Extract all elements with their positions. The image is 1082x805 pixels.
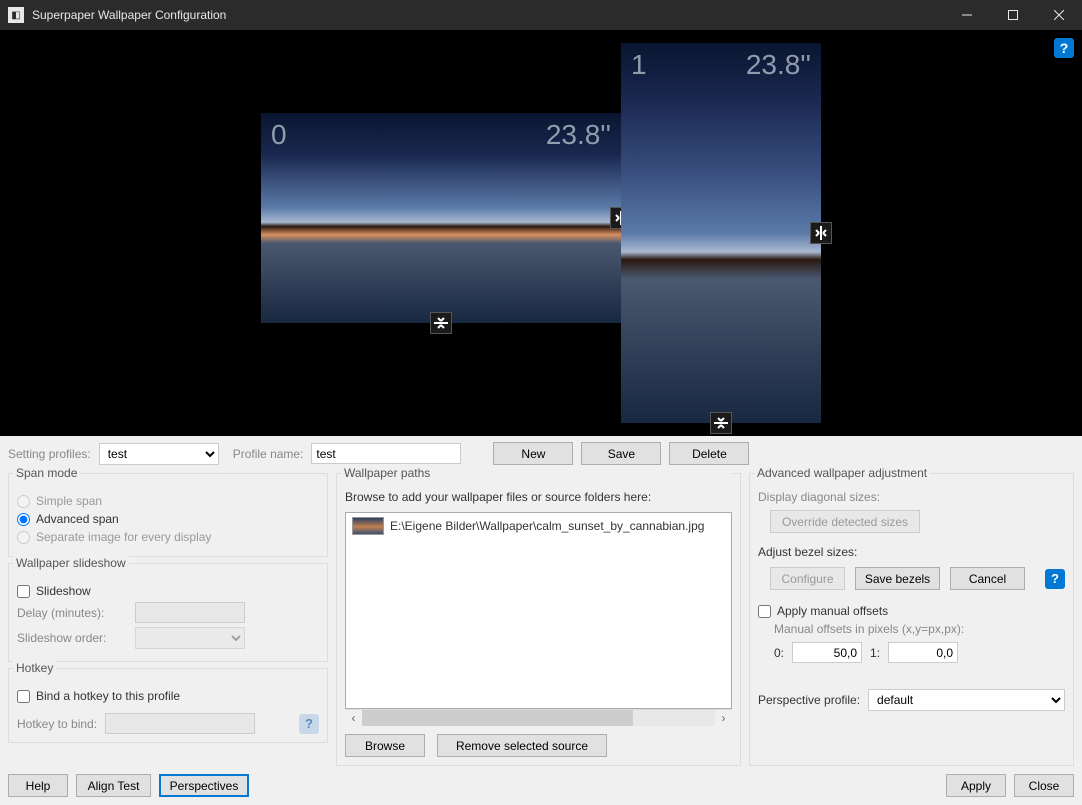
offset1-input[interactable] [888,642,958,663]
advanced-group: Advanced wallpaper adjustment Display di… [749,473,1074,766]
help-button[interactable]: Help [8,774,68,797]
align-test-button[interactable]: Align Test [76,774,151,797]
advanced-span-radio[interactable]: Advanced span [17,512,319,526]
apply-button[interactable]: Apply [946,774,1006,797]
bottom-bar: Help Align Test Perspectives Apply Close [8,766,1074,797]
save-button[interactable]: Save [581,442,661,465]
offset0-input[interactable] [792,642,862,663]
adjust-bezel-label: Adjust bezel sizes: [758,545,1065,559]
maximize-button[interactable] [990,0,1036,30]
scroll-left-icon[interactable]: ‹ [345,710,362,726]
hotkey-title: Hotkey [13,661,56,675]
slideshow-group: Wallpaper slideshow Slideshow Delay (min… [8,563,328,662]
setting-profiles-label: Setting profiles: [8,447,91,461]
save-bezels-button[interactable]: Save bezels [855,567,940,590]
span-mode-title: Span mode [13,466,80,480]
paths-group: Wallpaper paths Browse to add your wallp… [336,473,741,766]
window-title: Superpaper Wallpaper Configuration [32,8,944,22]
file-thumbnail [352,517,384,535]
delete-button[interactable]: Delete [669,442,749,465]
cancel-bezels-button[interactable]: Cancel [950,567,1025,590]
advanced-title: Advanced wallpaper adjustment [754,466,930,480]
close-app-button[interactable]: Close [1014,774,1074,797]
order-select [135,627,245,649]
controls-panel: Setting profiles: test Profile name: New… [0,436,1082,805]
titlebar: ◧ Superpaper Wallpaper Configuration [0,0,1082,30]
monitor-0-size: 23.8'' [546,119,611,151]
scroll-right-icon[interactable]: › [715,710,732,726]
app-icon: ◧ [8,7,24,23]
perspective-label: Perspective profile: [758,693,860,707]
perspective-select[interactable]: default [868,689,1065,711]
hotkey-group: Hotkey Bind a hotkey to this profile Hot… [8,668,328,743]
override-sizes-button[interactable]: Override detected sizes [770,510,920,533]
bezel-handle-h[interactable] [810,222,832,244]
offset0-label: 0: [774,646,784,660]
close-button[interactable] [1036,0,1082,30]
offset1-label: 1: [870,646,880,660]
hotkey-checkbox[interactable]: Bind a hotkey to this profile [17,689,319,703]
browse-button[interactable]: Browse [345,734,425,757]
monitor-0[interactable]: 0 23.8'' [261,113,621,323]
span-mode-group: Span mode Simple span Advanced span Sepa… [8,473,328,557]
paths-instruction: Browse to add your wallpaper files or so… [345,490,732,504]
setting-profiles-select[interactable]: test [99,443,219,465]
file-path: E:\Eigene Bilder\Wallpaper\calm_sunset_b… [390,519,704,533]
monitor-layout: 0 23.8'' 1 23.8'' [261,43,821,423]
monitor-1[interactable]: 1 23.8'' [621,43,821,423]
monitor-0-id: 0 [271,119,287,151]
profile-name-input[interactable] [311,443,461,464]
hotkey-help-icon[interactable]: ? [299,714,319,734]
profile-row: Setting profiles: test Profile name: New… [8,442,1074,465]
manual-offsets-hint: Manual offsets in pixels (x,y=px,px): [774,622,1065,636]
file-list[interactable]: E:\Eigene Bilder\Wallpaper\calm_sunset_b… [345,512,732,709]
delay-label: Delay (minutes): [17,606,127,620]
configure-button[interactable]: Configure [770,567,845,590]
remove-source-button[interactable]: Remove selected source [437,734,607,757]
slideshow-checkbox[interactable]: Slideshow [17,584,319,598]
minimize-button[interactable] [944,0,990,30]
perspectives-button[interactable]: Perspectives [159,774,249,797]
horizontal-scrollbar[interactable]: ‹ › [345,709,732,726]
manual-offsets-checkbox[interactable]: Apply manual offsets [758,604,1065,618]
bezel-handle-v[interactable] [430,312,452,334]
monitor-1-id: 1 [631,49,647,81]
paths-title: Wallpaper paths [341,466,732,480]
simple-span-radio[interactable]: Simple span [17,494,319,508]
hotkey-input [105,713,255,734]
hotkey-bind-label: Hotkey to bind: [17,717,97,731]
preview-area: ? 0 23.8'' 1 23.8'' [0,30,1082,436]
monitor-1-size: 23.8'' [746,49,811,81]
order-label: Slideshow order: [17,631,127,645]
file-row[interactable]: E:\Eigene Bilder\Wallpaper\calm_sunset_b… [346,513,731,539]
display-diag-label: Display diagonal sizes: [758,490,1065,504]
profile-name-label: Profile name: [233,447,304,461]
new-button[interactable]: New [493,442,573,465]
help-icon[interactable]: ? [1054,38,1074,58]
bezel-help-icon[interactable]: ? [1045,569,1065,589]
delay-input [135,602,245,623]
bezel-handle-v[interactable] [710,412,732,434]
separate-span-radio[interactable]: Separate image for every display [17,530,319,544]
slideshow-title: Wallpaper slideshow [13,556,129,570]
